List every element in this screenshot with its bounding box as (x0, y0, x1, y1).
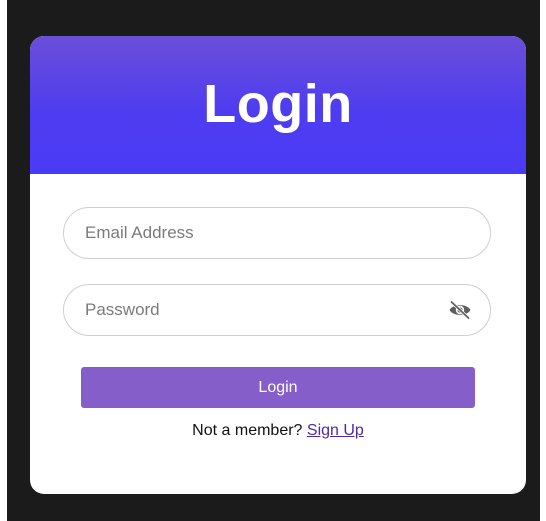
login-card: Login Login Not a member? Sign Up (30, 36, 526, 494)
sign-up-link[interactable]: Sign Up (307, 422, 364, 439)
signup-prompt-row: Not a member? Sign Up (30, 422, 526, 440)
card-header: Login (30, 36, 526, 174)
password-input[interactable] (85, 285, 445, 335)
email-input[interactable] (85, 208, 445, 258)
window-edge-left (0, 0, 7, 521)
email-field[interactable] (63, 207, 491, 259)
signup-prompt-text: Not a member? (192, 422, 303, 439)
window-edge-right (540, 0, 546, 521)
eye-slash-icon[interactable] (448, 300, 472, 320)
login-button[interactable]: Login (81, 367, 475, 408)
page-title: Login (203, 74, 353, 134)
password-field[interactable] (63, 284, 491, 336)
